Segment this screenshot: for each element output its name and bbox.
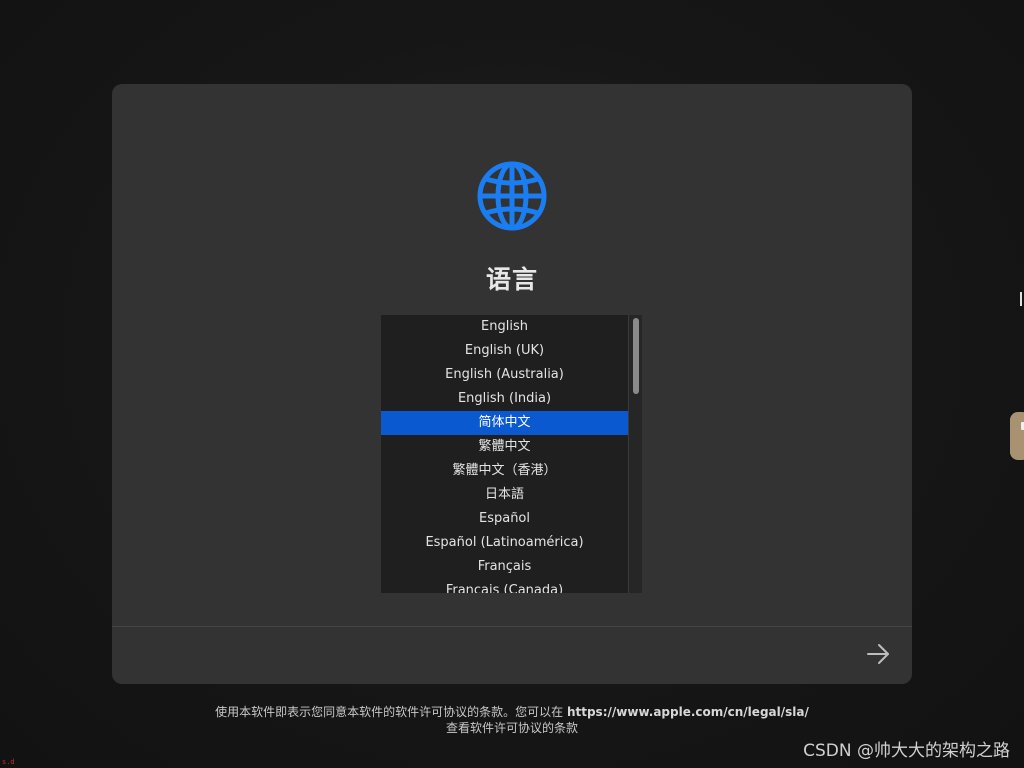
language-list[interactable]: English English (UK) English (Australia) En… — [381, 315, 642, 593]
scrollbar-thumb[interactable] — [633, 318, 639, 394]
language-option[interactable]: Français (Canada) — [381, 579, 628, 593]
language-option[interactable]: English (UK) — [381, 339, 628, 363]
license-footer: 使用本软件即表示您同意本软件的软件许可协议的条款。您可以在 https://ww… — [0, 704, 1024, 736]
language-option[interactable]: 繁體中文 — [381, 435, 628, 459]
language-option[interactable]: Español — [381, 507, 628, 531]
license-line-2: 查看软件许可协议的条款 — [445, 721, 578, 735]
language-option[interactable]: English (India) — [381, 387, 628, 411]
language-panel: 语言 English English (UK) English (Australia… — [112, 84, 912, 684]
language-option[interactable]: Español (Latinoamérica) — [381, 531, 628, 555]
language-option[interactable]: English — [381, 315, 628, 339]
page-title: 语言 — [485, 265, 538, 294]
license-line-1: 使用本软件即表示您同意本软件的软件许可协议的条款。您可以在 https://ww… — [0, 704, 1024, 720]
language-option[interactable]: Français — [381, 555, 628, 579]
corner-mark: s.d — [2, 758, 15, 766]
language-option[interactable]: 简体中文 — [381, 411, 628, 435]
language-option[interactable]: 繁體中文（香港） — [381, 459, 628, 483]
language-items: English English (UK) English (Australia) En… — [381, 315, 628, 593]
language-option[interactable]: English (Australia) — [381, 363, 628, 387]
language-option[interactable]: 日本語 — [381, 483, 628, 507]
side-handle[interactable] — [1010, 412, 1024, 460]
watermark: CSDN @帅大大的架构之路 — [803, 741, 1010, 761]
setup-screen: 语言 English English (UK) English (Australia… — [0, 0, 1024, 768]
panel-divider — [112, 626, 912, 627]
license-text: 使用本软件即表示您同意本软件的软件许可协议的条款。您可以在 — [215, 705, 567, 719]
text-cursor-icon — [1020, 292, 1022, 306]
globe-icon — [477, 161, 547, 231]
license-url-link[interactable]: https://www.apple.com/cn/legal/sla/ — [567, 705, 809, 719]
next-arrow-icon[interactable] — [862, 640, 894, 668]
scrollbar[interactable] — [628, 315, 642, 593]
